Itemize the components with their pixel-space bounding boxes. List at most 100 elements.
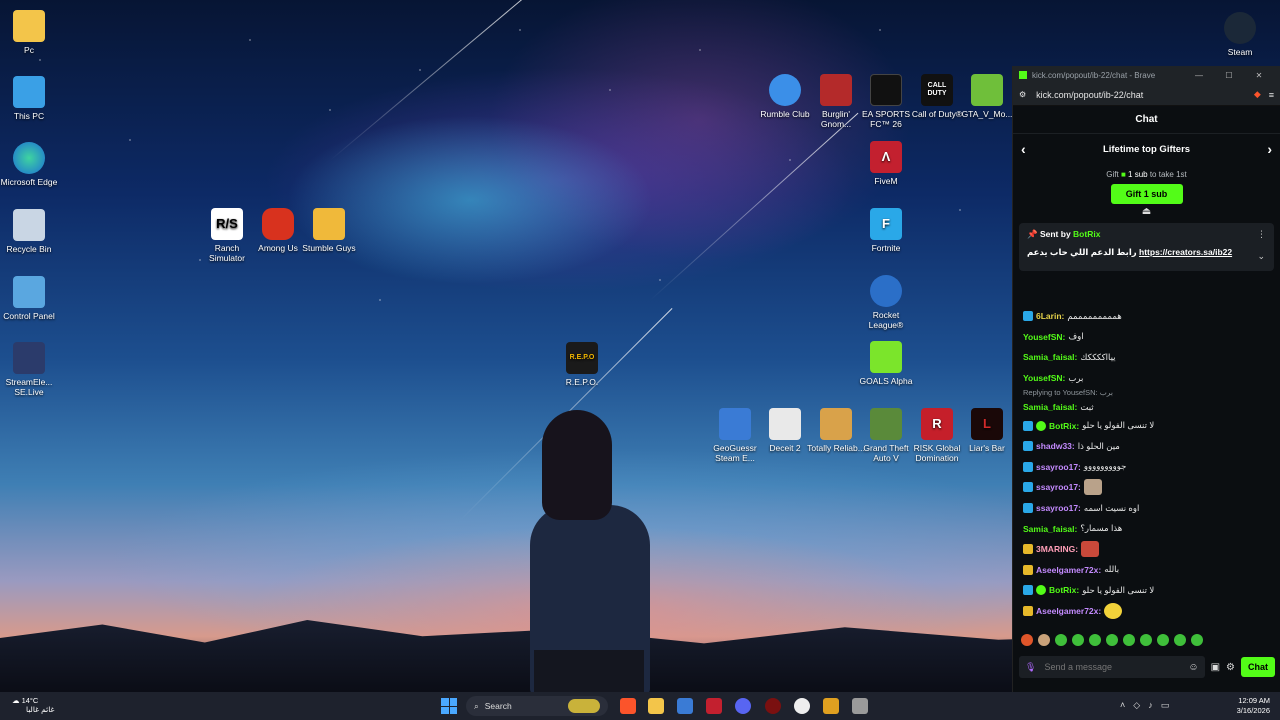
close-button[interactable]: ✕: [1244, 71, 1274, 80]
chat-message: BotRix: لا تنسى الفولو يا حلو: [1023, 415, 1271, 436]
emote-icon[interactable]: [1089, 634, 1101, 646]
chat-popout-window[interactable]: kick.com/popout/ib-22/chat - Brave — ☐ ✕…: [1012, 66, 1280, 692]
clock[interactable]: 12:09 AM 3/16/2026: [1237, 696, 1270, 716]
emote-icon[interactable]: [1055, 634, 1067, 646]
emote-icon[interactable]: [1140, 634, 1152, 646]
desktop-icon-control-panel[interactable]: Control Panel: [0, 276, 58, 321]
app-taskbar-icon[interactable]: [823, 698, 839, 714]
chat-messages[interactable]: 6Larin: همممممممممم YousefSN: اوف Samia_…: [1013, 306, 1280, 621]
collapse-icon[interactable]: ⏏: [1013, 206, 1280, 217]
desktop-icon-goals-alpha[interactable]: GOALS Alpha: [857, 341, 915, 386]
desktop-icon-pc[interactable]: Pc: [0, 10, 58, 55]
chat-username[interactable]: YousefSN:: [1023, 332, 1065, 342]
desktop-icon-ea-sports-fc[interactable]: EA SPORTS FC™ 26: [857, 74, 915, 129]
emote-icon[interactable]: [1038, 634, 1050, 646]
volume-icon[interactable]: ♪: [1148, 700, 1153, 711]
emote-icon[interactable]: [1157, 634, 1169, 646]
chevron-down-icon[interactable]: ⌄: [1257, 251, 1265, 262]
maximize-button[interactable]: ☐: [1214, 71, 1244, 80]
emote-icon[interactable]: [1174, 634, 1186, 646]
discord-icon[interactable]: [735, 698, 751, 714]
emote-icon[interactable]: [1191, 634, 1203, 646]
desktop-icon-gta-v[interactable]: Grand Theft Auto V: [857, 408, 915, 463]
chat-username[interactable]: 3MARING:: [1036, 544, 1078, 554]
desktop-icon-steam[interactable]: Steam: [1211, 12, 1269, 57]
message-input[interactable]: [1044, 662, 1189, 672]
desktop-icon-stumble-guys[interactable]: Stumble Guys: [300, 208, 358, 253]
chat-username[interactable]: ssayroo17:: [1036, 482, 1081, 492]
chat-username[interactable]: Samia_faisal:: [1023, 524, 1077, 534]
message-input-container[interactable]: 🎙 ☺: [1019, 656, 1205, 678]
desktop-icon-fivem[interactable]: Λ FiveM: [857, 141, 915, 186]
chat-message: ssayroo17:: [1023, 477, 1271, 498]
app-taskbar-icon[interactable]: [852, 698, 868, 714]
gear-icon[interactable]: ⚙: [1226, 662, 1235, 673]
weather-widget[interactable]: ☁ 14°C غائم غالبا: [12, 696, 54, 714]
window-titlebar[interactable]: kick.com/popout/ib-22/chat - Brave — ☐ ✕: [1013, 66, 1280, 84]
battery-icon[interactable]: ▭: [1161, 700, 1170, 711]
emote-icon[interactable]: [1123, 634, 1135, 646]
emote-icon[interactable]: [1106, 634, 1118, 646]
chat-username[interactable]: 6Larin:: [1036, 311, 1064, 321]
desktop-icon-recycle-bin[interactable]: Recycle Bin: [0, 209, 58, 254]
file-explorer-icon[interactable]: [648, 698, 664, 714]
desktop-icon-rumble-club[interactable]: Rumble Club: [756, 74, 814, 119]
desktop-icon-repo[interactable]: R.E.P.O R.E.P.O.: [553, 342, 611, 387]
brave-shield-icon[interactable]: ◆: [1254, 89, 1261, 100]
fivem-taskbar-icon[interactable]: [706, 698, 722, 714]
url-text[interactable]: kick.com/popout/ib-22/chat: [1026, 90, 1254, 100]
emote-icon: [1083, 479, 1102, 496]
network-icon[interactable]: ◇: [1133, 700, 1140, 711]
gift-sub-button[interactable]: Gift 1 sub: [1110, 184, 1183, 204]
chat-username[interactable]: shadw33:: [1036, 441, 1075, 451]
pinned-message[interactable]: 📌 Sent by BotRix رابط الدعم اللي حاب يدع…: [1019, 223, 1274, 271]
desktop-icon-among-us[interactable]: Among Us: [249, 208, 307, 253]
chevron-up-icon[interactable]: ˄: [1120, 700, 1125, 711]
send-chat-button[interactable]: Chat: [1241, 657, 1275, 677]
desktop-icon-fortnite[interactable]: F Fortnite: [857, 208, 915, 253]
chat-username[interactable]: ssayroo17:: [1036, 503, 1081, 513]
minimize-button[interactable]: —: [1184, 71, 1214, 80]
chat-username[interactable]: YousefSN:: [1023, 373, 1065, 383]
emoji-icon[interactable]: ☺: [1188, 662, 1198, 673]
chat-message: YousefSN: برب: [1023, 368, 1271, 389]
chat-username[interactable]: BotRix:: [1049, 585, 1079, 595]
chat-username[interactable]: ssayroo17:: [1036, 462, 1081, 472]
chat-username[interactable]: Aseelgamer72x:: [1036, 565, 1101, 575]
chat-username[interactable]: Samia_faisal:: [1023, 352, 1077, 362]
pinned-sender[interactable]: BotRix: [1073, 229, 1100, 239]
desktop-icon-streamelements[interactable]: StreamEle... SE.Live: [0, 342, 58, 397]
address-bar[interactable]: ⚙ kick.com/popout/ib-22/chat ◆ ≡: [1013, 84, 1280, 106]
desktop-icon-ranch-simulator[interactable]: R/S Ranch Simulator: [198, 208, 256, 263]
chevron-right-icon[interactable]: ›: [1267, 141, 1272, 157]
chat-username[interactable]: Aseelgamer72x:: [1036, 606, 1101, 616]
badge-icon: [1023, 461, 1033, 472]
desktop-icon-gta-mods[interactable]: GTA_V_Mo...: [958, 74, 1016, 119]
site-settings-icon[interactable]: ⚙: [1019, 90, 1026, 99]
desktop-icon-edge[interactable]: Microsoft Edge: [0, 142, 58, 187]
app-taskbar-icon[interactable]: [765, 698, 781, 714]
desktop-icon-liars-bar[interactable]: L Liar's Bar: [958, 408, 1016, 453]
start-button[interactable]: [441, 698, 457, 714]
brave-icon[interactable]: [620, 698, 636, 714]
pinned-options-icon[interactable]: ⋮: [1257, 229, 1266, 240]
chevron-left-icon[interactable]: ‹: [1021, 141, 1026, 157]
obs-icon[interactable]: [794, 698, 810, 714]
emote-bar[interactable]: [1021, 631, 1273, 649]
store-icon[interactable]: ▣: [1211, 662, 1220, 673]
desktop-icon-rocket-league[interactable]: Rocket League®: [857, 275, 915, 330]
emote-icon: [1104, 603, 1123, 620]
chat-username[interactable]: BotRix:: [1049, 421, 1079, 431]
pinned-link[interactable]: https://creators.sa/ib22: [1139, 247, 1232, 257]
taskbar-search[interactable]: ⌕ Search: [466, 696, 608, 716]
badge-icon: [1023, 482, 1033, 493]
menu-icon[interactable]: ≡: [1269, 90, 1274, 100]
emote-icon[interactable]: [1021, 634, 1033, 646]
desktop-icon-this-pc[interactable]: This PC: [0, 76, 58, 121]
store-taskbar-icon[interactable]: [677, 698, 693, 714]
microphone-icon[interactable]: 🎙: [1025, 662, 1036, 673]
desktop-icon-deceit[interactable]: Deceit 2: [756, 408, 814, 453]
system-tray[interactable]: ˄ ◇ ♪ ▭: [1120, 700, 1169, 711]
chat-username[interactable]: Samia_faisal:: [1023, 402, 1077, 412]
emote-icon[interactable]: [1072, 634, 1084, 646]
